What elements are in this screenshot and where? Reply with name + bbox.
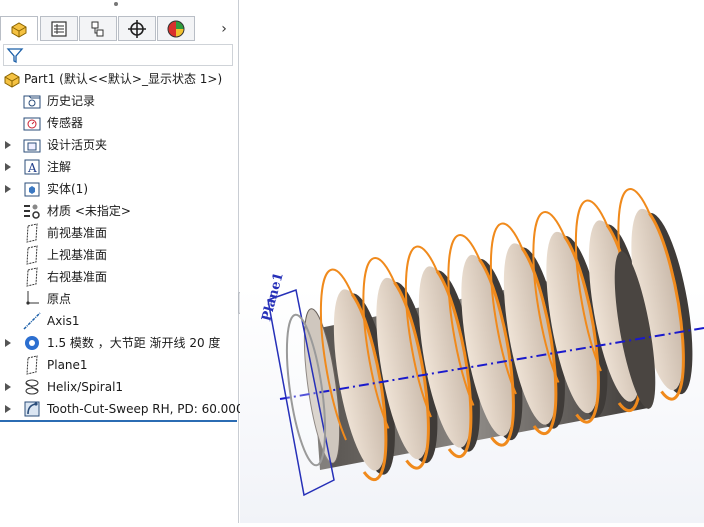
tree-item-label: 材质 <未指定> <box>47 204 131 218</box>
annotations-icon: A <box>24 159 40 175</box>
manager-tabs: › <box>0 16 239 42</box>
tree-item-label: 历史记录 <box>47 94 96 108</box>
tab-dimxpertmanager[interactable] <box>118 16 156 41</box>
tree-item[interactable]: A 注解 <box>0 157 239 177</box>
expand-arrow-icon[interactable] <box>5 163 11 171</box>
origin-icon <box>26 291 39 305</box>
tree-item[interactable]: Tooth-Cut-Sweep RH, PD: 60.000 <box>0 399 244 419</box>
plane-icon <box>26 245 38 265</box>
rollback-bar[interactable] <box>0 420 237 422</box>
tree-item[interactable]: 传感器 <box>0 113 239 133</box>
tree-item-label: Helix/Spiral1 <box>47 380 124 394</box>
tree-item[interactable]: 右视基准面 <box>0 267 239 287</box>
tab-displaymanager[interactable] <box>157 16 195 41</box>
axis-icon <box>23 312 41 330</box>
tree-item[interactable]: 原点 <box>0 289 239 309</box>
part-label: Part1 (默认<<默认>_显示状态 1>) <box>24 72 223 86</box>
part-icon <box>4 72 20 88</box>
gear-library-icon <box>25 336 39 350</box>
svg-text:A: A <box>27 161 37 175</box>
tree-item[interactable]: 历史记录 <box>0 91 239 111</box>
tab-propertymanager[interactable] <box>40 16 78 41</box>
filter-funnel-icon[interactable] <box>6 46 24 64</box>
tree-item-label: 原点 <box>47 292 72 306</box>
tree-item-label: Axis1 <box>47 314 80 328</box>
history-folder-icon <box>23 95 41 109</box>
tabs-more-button[interactable]: › <box>214 20 234 38</box>
plane-icon <box>26 223 38 243</box>
tree-item[interactable]: 设计活页夹 <box>0 135 239 155</box>
property-list-icon <box>51 20 67 37</box>
helix-icon <box>25 379 39 395</box>
tree-item[interactable]: Helix/Spiral1 <box>0 377 239 397</box>
tree-item-label: 传感器 <box>47 116 84 130</box>
tree-item[interactable]: Plane1 <box>0 355 239 375</box>
tree-item-label: 注解 <box>47 160 72 174</box>
tree-item-label: 设计活页夹 <box>47 138 108 152</box>
expand-arrow-icon[interactable] <box>5 383 11 391</box>
panel-grip-dot[interactable] <box>114 2 118 6</box>
sensor-folder-icon <box>23 117 41 131</box>
graphics-viewport[interactable]: Plane1 <box>240 0 704 523</box>
tree-item[interactable]: 实体(1) <box>0 179 239 199</box>
tree-item[interactable]: 前视基准面 <box>0 223 239 243</box>
tree-filter-bar[interactable] <box>3 44 233 66</box>
appearance-sphere-icon <box>167 20 185 37</box>
expand-arrow-icon[interactable] <box>5 405 11 413</box>
tree-item-label: 上视基准面 <box>47 248 108 262</box>
cut-sweep-icon <box>24 401 40 417</box>
feature-manager-panel: › Part1 (默认<<默认>_显示状态 1>) 历史记录传感器设计活页夹 A 注… <box>0 0 244 523</box>
tab-configurationmanager[interactable] <box>79 16 117 41</box>
material-icon <box>24 204 40 219</box>
tree-item-label: Plane1 <box>47 358 88 372</box>
design-binder-icon <box>23 139 41 153</box>
expand-arrow-icon[interactable] <box>5 185 11 193</box>
tree-item-label: 实体(1) <box>47 182 88 196</box>
tree-item[interactable]: 1.5 模数 ，大节距 渐开线 20 度 <box>0 333 239 353</box>
tab-featuremanager[interactable] <box>0 16 38 41</box>
expand-arrow-icon[interactable] <box>5 339 11 347</box>
part-tree-icon <box>11 21 27 38</box>
tree-item-label: 1.5 模数 ，大节距 渐开线 20 度 <box>47 336 221 350</box>
plane-icon <box>26 355 38 375</box>
tree-root-part[interactable]: Part1 (默认<<默认>_显示状态 1>) <box>0 69 239 89</box>
tree-item-label: 右视基准面 <box>47 270 108 284</box>
tree-item[interactable]: Axis1 <box>0 311 239 331</box>
configuration-icon <box>91 21 104 36</box>
model-view[interactable]: Plane1 <box>240 0 704 523</box>
tree-item-label: Tooth-Cut-Sweep RH, PD: 60.000 <box>47 402 244 416</box>
tree-item[interactable]: 上视基准面 <box>0 245 239 265</box>
plane-icon <box>26 267 38 287</box>
solid-bodies-icon <box>24 182 40 197</box>
expand-arrow-icon[interactable] <box>5 141 11 149</box>
crosshair-icon <box>128 19 146 38</box>
tree-item[interactable]: 材质 <未指定> <box>0 201 239 221</box>
tree-item-label: 前视基准面 <box>47 226 108 240</box>
